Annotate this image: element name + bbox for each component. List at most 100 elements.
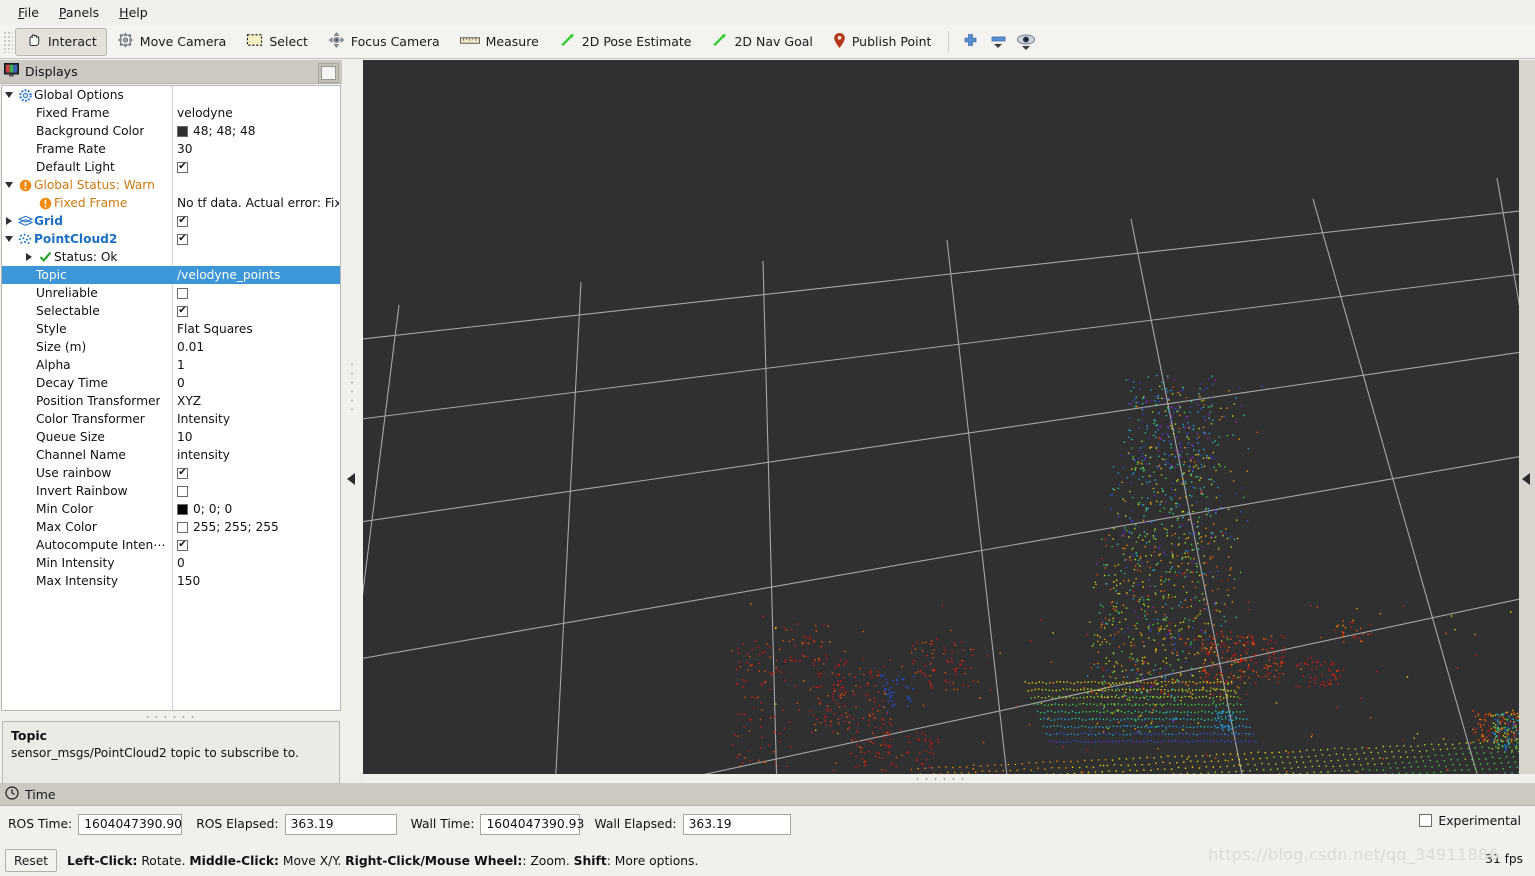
tool-select[interactable]: Select [236, 28, 318, 56]
chevron-down-icon[interactable] [2, 236, 16, 242]
tool-focus-camera[interactable]: Focus Camera [318, 28, 450, 56]
tree-row[interactable]: StyleFlat Squares [2, 320, 340, 338]
reset-button[interactable]: Reset [5, 849, 57, 872]
chevron-down-icon[interactable] [1022, 46, 1030, 50]
toolbar-grip[interactable] [3, 31, 13, 53]
tree-row-value[interactable]: 10 [177, 428, 339, 446]
tree-row[interactable]: Global Options [2, 86, 340, 104]
tree-row[interactable]: Fixed Framevelodyne [2, 104, 340, 122]
chevron-down-icon[interactable] [2, 92, 16, 98]
tree-value-checkbox[interactable]: ✔ [177, 216, 188, 227]
tree-row-value[interactable]: 0; 0; 0 [177, 500, 339, 518]
tree-row-value[interactable]: ✔ [177, 158, 339, 176]
view-bottom-splitter[interactable] [363, 774, 1519, 783]
wall-elapsed-input[interactable]: 363.19 [683, 814, 791, 835]
tool-move-camera[interactable]: Move Camera [107, 28, 237, 56]
tree-row[interactable]: Global Status: Warn [2, 176, 340, 194]
help-splitter[interactable] [0, 713, 342, 721]
tree-row-value[interactable]: No tf data. Actual error: Fix⋯ [177, 194, 339, 212]
tree-row[interactable]: Autocompute Inten⋯✔ [2, 536, 340, 554]
tool-2d-nav-goal[interactable]: 2D Nav Goal [701, 28, 822, 56]
tree-row-value[interactable]: ✔ [177, 536, 339, 554]
tree-value-checkbox[interactable]: ✔ [177, 234, 188, 245]
tree-row[interactable]: Color TransformerIntensity [2, 410, 340, 428]
menu-file[interactable]: File [8, 3, 49, 22]
chevron-down-icon[interactable] [2, 182, 16, 188]
tree-value-checkbox[interactable]: ✔ [177, 162, 188, 173]
tree-row[interactable]: Min Intensity0 [2, 554, 340, 572]
tree-row[interactable]: Alpha1 [2, 356, 340, 374]
tree-row-value[interactable]: 48; 48; 48 [177, 122, 339, 140]
add-tool-icon[interactable] [956, 29, 984, 55]
tree-row-value[interactable]: XYZ [177, 392, 339, 410]
ros-elapsed-input[interactable]: 363.19 [285, 814, 397, 835]
tree-row[interactable]: Status: Ok [2, 248, 340, 266]
tool-visibility-icon[interactable] [1012, 29, 1040, 55]
chevron-right-icon[interactable] [22, 253, 36, 261]
tree-row[interactable]: Unreliable [2, 284, 340, 302]
tree-row[interactable]: Fixed FrameNo tf data. Actual error: Fix… [2, 194, 340, 212]
tree-row-value[interactable]: 1 [177, 356, 339, 374]
tree-value-checkbox[interactable]: ✔ [177, 540, 188, 551]
tree-value-checkbox[interactable] [177, 486, 188, 497]
tree-row-value[interactable] [177, 482, 339, 500]
tree-row-value[interactable]: velodyne [177, 104, 339, 122]
tree-row[interactable]: Decay Time0 [2, 374, 340, 392]
tree-row-value[interactable] [177, 284, 339, 302]
tool-publish-point[interactable]: Publish Point [823, 28, 942, 56]
tree-row-value[interactable]: 150 [177, 572, 339, 590]
tree-row[interactable]: Selectable✔ [2, 302, 340, 320]
tree-row[interactable]: Background Color48; 48; 48 [2, 122, 340, 140]
tree-row[interactable]: Queue Size10 [2, 428, 340, 446]
chevron-down-icon[interactable] [994, 44, 1002, 48]
tree-row[interactable]: Size (m)0.01 [2, 338, 340, 356]
color-swatch[interactable] [177, 522, 188, 533]
panel-splitter-right[interactable] [1519, 60, 1535, 774]
tree-row[interactable]: Default Light✔ [2, 158, 340, 176]
tree-row[interactable]: Max Intensity150 [2, 572, 340, 590]
tree-row-value[interactable]: Intensity [177, 410, 339, 428]
tree-value-checkbox[interactable]: ✔ [177, 468, 188, 479]
tree-row[interactable]: Topic/velodyne_points [2, 266, 340, 284]
remove-tool-icon[interactable] [984, 29, 1012, 55]
tree-row-value[interactable]: 255; 255; 255 [177, 518, 339, 536]
tree-row[interactable]: Grid✔ [2, 212, 340, 230]
tree-row-value[interactable]: ✔ [177, 212, 339, 230]
tool-measure[interactable]: Measure [450, 28, 549, 56]
menu-panels[interactable]: Panels [49, 3, 109, 22]
tree-row[interactable]: Position TransformerXYZ [2, 392, 340, 410]
collapse-left-arrow-icon[interactable] [347, 473, 355, 485]
tree-value-checkbox[interactable]: ✔ [177, 306, 188, 317]
float-panel-button[interactable] [318, 63, 339, 83]
experimental-checkbox[interactable] [1419, 814, 1432, 827]
tree-row-value[interactable]: ✔ [177, 302, 339, 320]
panel-splitter-left[interactable] [342, 60, 363, 774]
chevron-right-icon[interactable] [2, 217, 16, 225]
tree-row-value[interactable]: 0.01 [177, 338, 339, 356]
tree-row[interactable]: Min Color0; 0; 0 [2, 500, 340, 518]
tree-row-value[interactable]: /velodyne_points [177, 266, 339, 284]
tool-2d-pose-estimate[interactable]: 2D Pose Estimate [549, 28, 702, 56]
color-swatch[interactable] [177, 126, 188, 137]
tree-row[interactable]: Frame Rate30 [2, 140, 340, 158]
tree-row[interactable]: Channel Nameintensity [2, 446, 340, 464]
collapse-right-arrow-icon[interactable] [1522, 473, 1530, 485]
render-view-3d[interactable] [363, 60, 1519, 774]
tree-row[interactable]: PointCloud2✔ [2, 230, 340, 248]
experimental-toggle[interactable]: Experimental [1419, 813, 1521, 828]
tree-row-value[interactable]: intensity [177, 446, 339, 464]
tree-row-value[interactable]: 30 [177, 140, 339, 158]
tree-row-value[interactable]: ✔ [177, 230, 339, 248]
tree-row[interactable]: Max Color255; 255; 255 [2, 518, 340, 536]
displays-tree[interactable]: Global OptionsFixed FramevelodyneBackgro… [1, 85, 341, 711]
tree-value-checkbox[interactable] [177, 288, 188, 299]
tree-row[interactable]: Invert Rainbow [2, 482, 340, 500]
menu-help[interactable]: Help [109, 3, 158, 22]
ros-time-input[interactable]: 1604047390.90 [78, 814, 182, 835]
tree-row-value[interactable]: 0 [177, 554, 339, 572]
tree-row[interactable]: Use rainbow✔ [2, 464, 340, 482]
color-swatch[interactable] [177, 504, 188, 515]
tree-row-value[interactable]: Flat Squares [177, 320, 339, 338]
tree-row-value[interactable]: 0 [177, 374, 339, 392]
tree-row-value[interactable]: ✔ [177, 464, 339, 482]
